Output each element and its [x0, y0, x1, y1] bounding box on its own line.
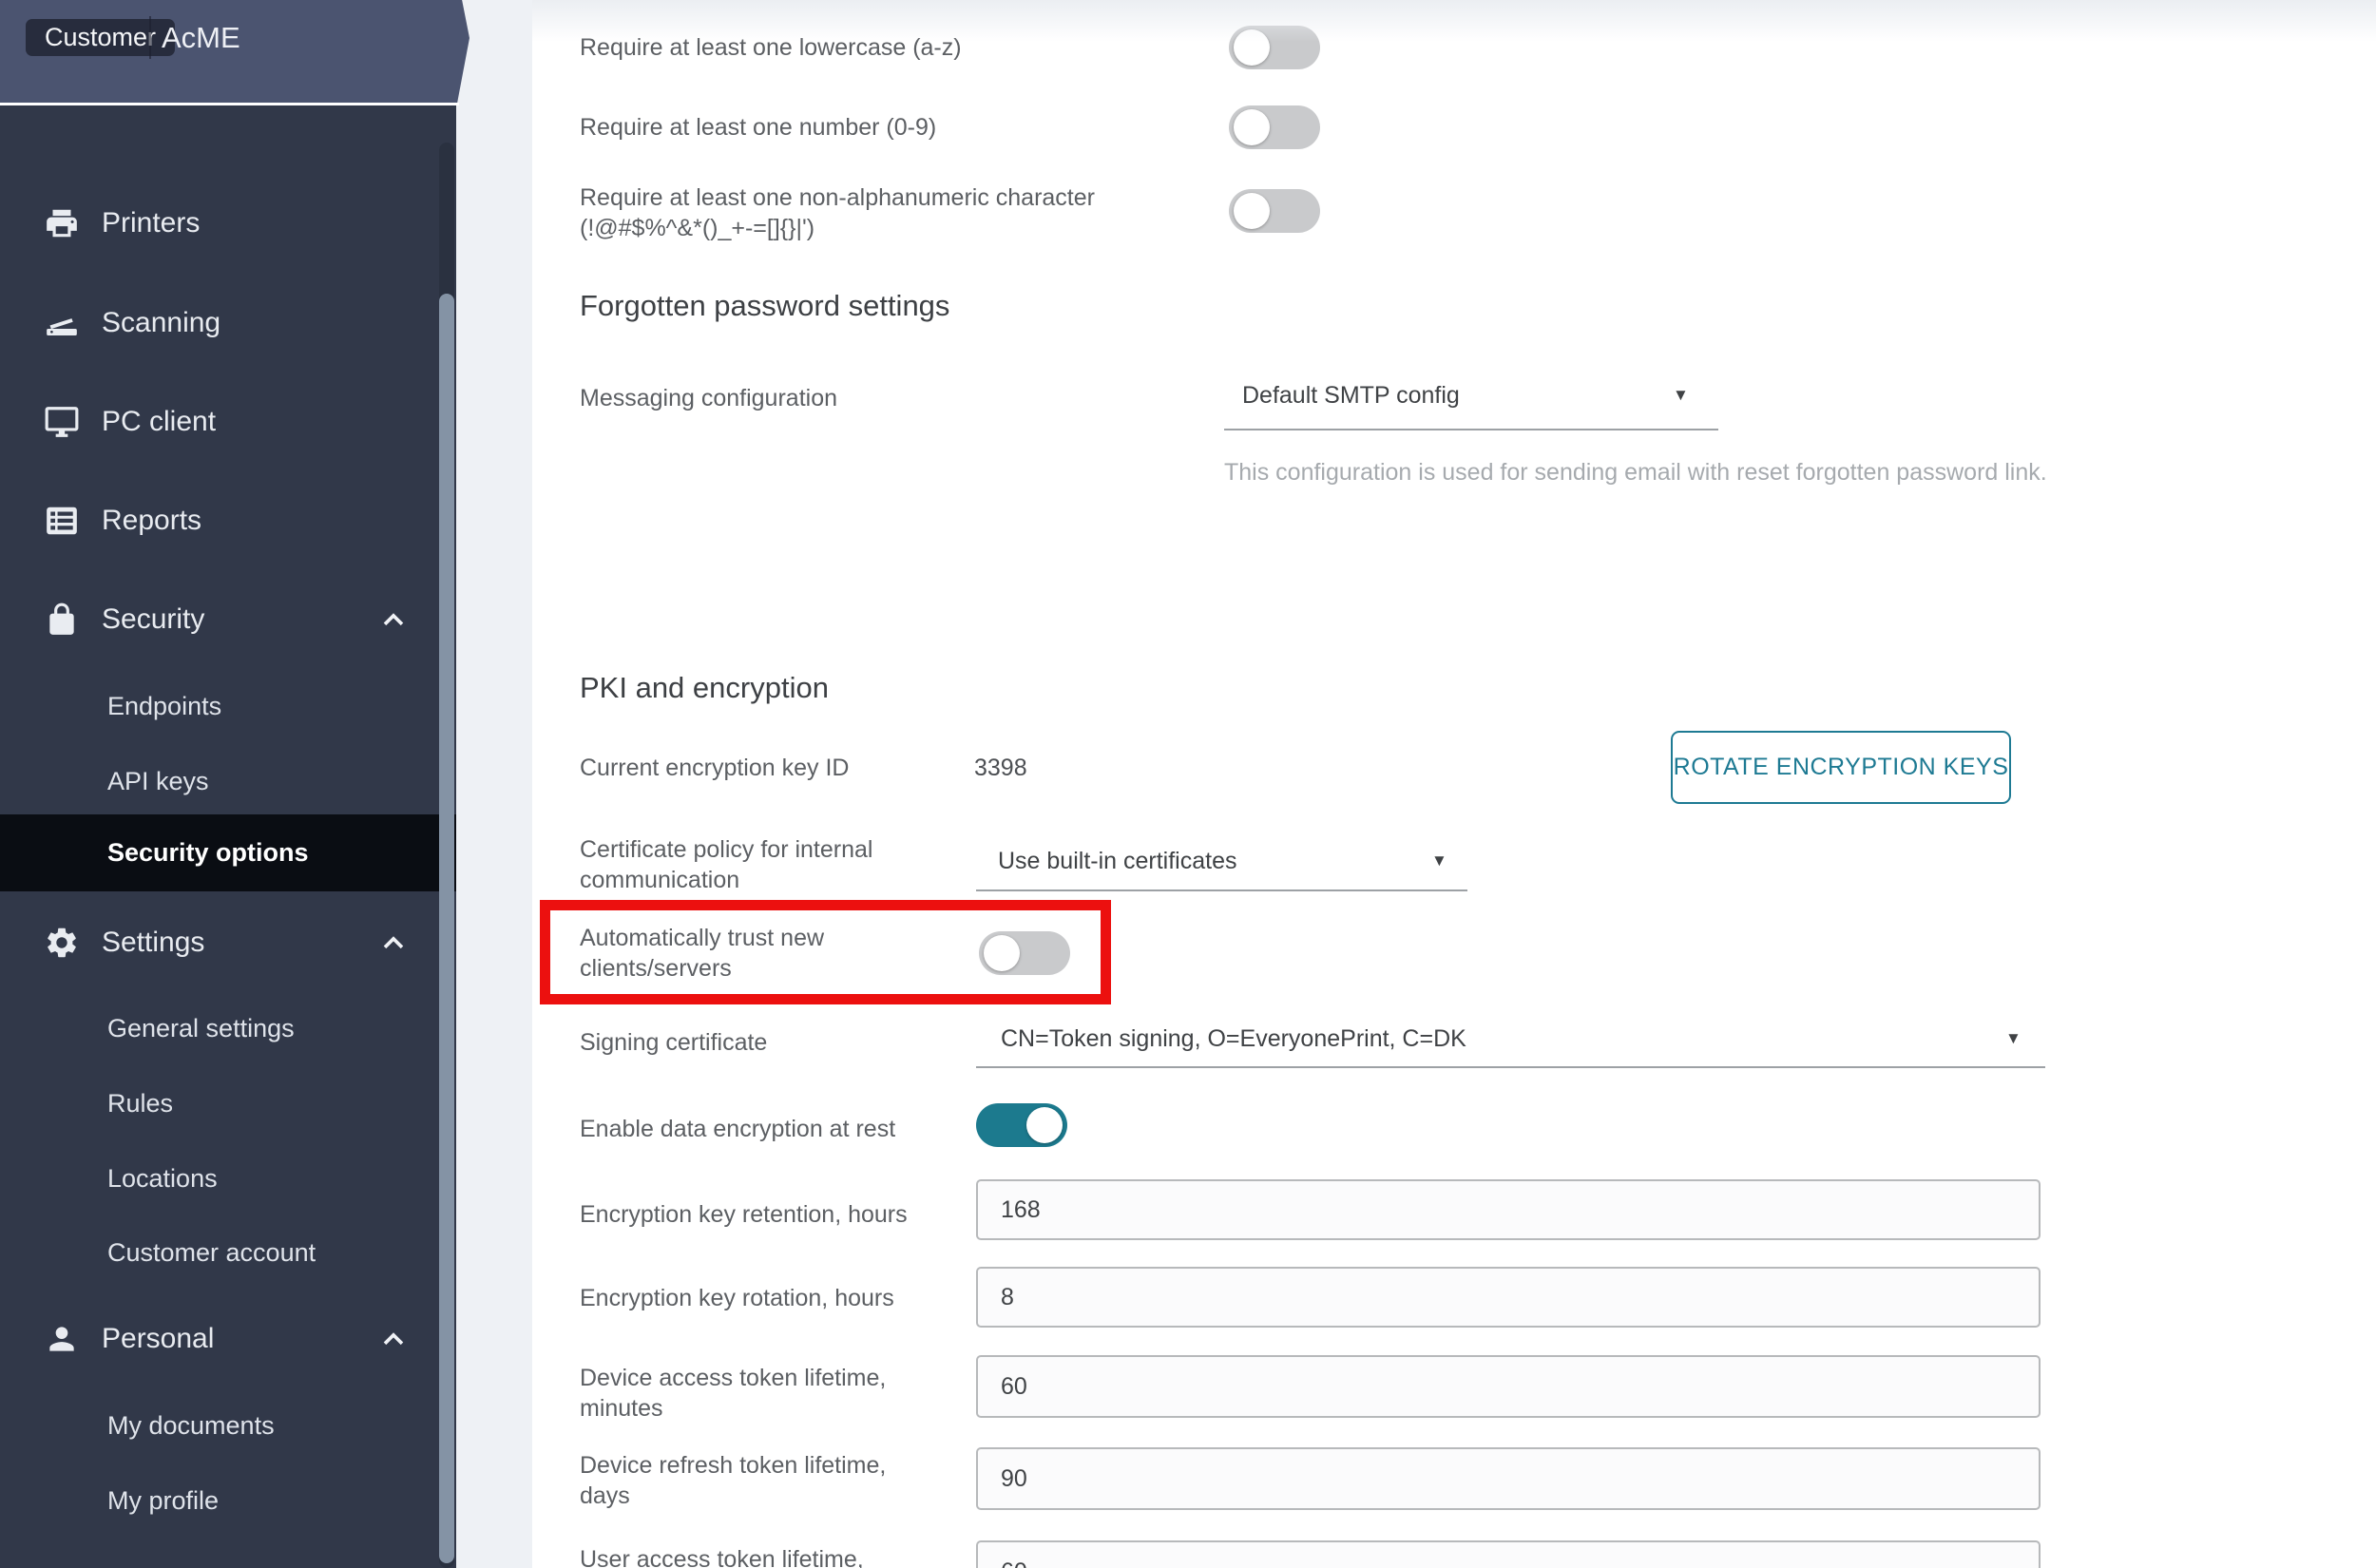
signing-cert-label: Signing certificate	[580, 1025, 767, 1060]
device-access-token-input[interactable]	[976, 1355, 2041, 1418]
sidebar-item-api-keys[interactable]: API keys	[0, 758, 456, 804]
sidebar-item-security[interactable]: Security	[0, 597, 456, 642]
sidebar-item-scanning[interactable]: Scanning	[0, 300, 456, 346]
dropdown-underline	[976, 889, 1467, 891]
auto-trust-label: Automatically trust new clients/servers	[580, 923, 824, 984]
chevron-up-icon	[376, 602, 411, 637]
sidebar-item-label: Security options	[107, 838, 309, 868]
dropdown-arrow-icon[interactable]: ▼	[1431, 851, 1447, 870]
sidebar-item-reports[interactable]: Reports	[0, 498, 456, 544]
rule-nonalpha-label: Require at least one non-alphanumeric ch…	[580, 182, 1095, 243]
pki-heading: PKI and encryption	[580, 668, 829, 708]
auto-trust-toggle[interactable]	[979, 931, 1070, 975]
sidebar-item-label: Personal	[102, 1323, 214, 1355]
badge-divider	[149, 16, 151, 59]
rule-number-toggle[interactable]	[1229, 105, 1320, 149]
sidebar-scrollbar-thumb[interactable]	[439, 294, 454, 1563]
sidebar-item-label: Endpoints	[107, 692, 221, 721]
current-key-value: 3398	[974, 751, 1027, 785]
scanner-icon	[44, 305, 80, 341]
sidebar-item-label: PC client	[102, 406, 216, 438]
signing-cert-select[interactable]: CN=Token signing, O=EveryonePrint, C=DK	[1001, 1022, 1466, 1056]
dropdown-arrow-icon[interactable]: ▼	[2005, 1029, 2022, 1048]
toggle-knob	[984, 935, 1020, 971]
current-key-label: Current encryption key ID	[580, 751, 849, 785]
key-rotation-input[interactable]	[976, 1267, 2041, 1328]
customer-name: AcME	[162, 19, 240, 56]
key-retention-input[interactable]	[976, 1179, 2041, 1240]
key-retention-label: Encryption key retention, hours	[580, 1197, 908, 1232]
sidebar-item-rules[interactable]: Rules	[0, 1080, 456, 1126]
cert-policy-select[interactable]: Use built-in certificates	[998, 844, 1236, 878]
sidebar-item-settings[interactable]: Settings	[0, 920, 456, 966]
sidebar-item-customer-account[interactable]: Customer account	[0, 1230, 456, 1275]
dropdown-underline	[1224, 429, 1718, 430]
rule-lowercase-toggle[interactable]	[1229, 26, 1320, 69]
rule-number-label: Require at least one number (0-9)	[580, 110, 936, 144]
sidebar-item-label: Customer account	[107, 1238, 316, 1268]
device-refresh-token-label: Device refresh token lifetime, days	[580, 1450, 886, 1511]
device-refresh-token-input[interactable]	[976, 1447, 2041, 1510]
user-access-token-label: User access token lifetime,	[580, 1542, 864, 1568]
monitor-icon	[44, 404, 80, 440]
sidebar-item-label: Scanning	[102, 307, 220, 339]
user-access-token-input[interactable]	[976, 1540, 2041, 1568]
sidebar: Printers Scanning PC client Reports Secu…	[0, 0, 456, 1568]
person-icon	[44, 1321, 80, 1357]
sidebar-item-label: Reports	[102, 505, 201, 537]
toggle-knob	[1234, 193, 1270, 229]
dropdown-arrow-icon[interactable]: ▼	[1673, 386, 1689, 405]
rule-nonalpha-toggle[interactable]	[1229, 189, 1320, 233]
messaging-config-label: Messaging configuration	[580, 381, 837, 415]
lock-icon	[44, 602, 80, 638]
banner-separator	[0, 103, 459, 105]
key-rotation-label: Encryption key rotation, hours	[580, 1281, 894, 1315]
sidebar-item-label: Rules	[107, 1089, 173, 1119]
sidebar-item-label: My documents	[107, 1411, 275, 1441]
sidebar-item-label: General settings	[107, 1014, 295, 1043]
gear-icon	[44, 925, 80, 961]
sidebar-item-locations[interactable]: Locations	[0, 1156, 456, 1201]
sidebar-item-pc-client[interactable]: PC client	[0, 399, 456, 445]
toggle-knob	[1234, 109, 1270, 145]
sidebar-item-personal[interactable]: Personal	[0, 1316, 456, 1362]
toggle-knob	[1026, 1107, 1063, 1143]
sidebar-item-label: Printers	[102, 207, 200, 239]
report-table-icon	[44, 503, 80, 539]
forgotten-password-heading: Forgotten password settings	[580, 286, 949, 326]
cert-policy-label: Certificate policy for internal communic…	[580, 834, 872, 895]
chevron-up-icon	[376, 1322, 411, 1356]
sidebar-item-my-profile[interactable]: My profile	[0, 1478, 456, 1523]
sidebar-item-printers[interactable]: Printers	[0, 201, 456, 246]
sidebar-item-label: Security	[102, 603, 204, 636]
printer-icon	[44, 205, 80, 241]
sidebar-item-my-documents[interactable]: My documents	[0, 1403, 456, 1448]
device-access-token-label: Device access token lifetime, minutes	[580, 1363, 886, 1424]
sidebar-item-endpoints[interactable]: Endpoints	[0, 683, 456, 729]
security-options-page: Require at least one lowercase (a-z) Req…	[0, 0, 2376, 1568]
rule-lowercase-label: Require at least one lowercase (a-z)	[580, 30, 962, 65]
chevron-up-icon	[376, 926, 411, 960]
data-encryption-label: Enable data encryption at rest	[580, 1112, 895, 1146]
messaging-config-select[interactable]: Default SMTP config	[1242, 378, 1460, 412]
sidebar-item-general-settings[interactable]: General settings	[0, 1005, 456, 1051]
customer-badge: Customer	[26, 19, 175, 56]
sidebar-item-label: My profile	[107, 1486, 219, 1516]
sidebar-item-label: Locations	[107, 1164, 218, 1194]
sidebar-item-security-options[interactable]: Security options	[0, 814, 456, 891]
messaging-config-help: This configuration is used for sending e…	[1224, 457, 2098, 488]
data-encryption-toggle[interactable]	[976, 1103, 1067, 1147]
sidebar-item-label: Settings	[102, 927, 204, 959]
dropdown-underline	[976, 1066, 2045, 1068]
sidebar-item-label: API keys	[107, 767, 209, 796]
toggle-knob	[1234, 29, 1270, 66]
rotate-encryption-keys-button[interactable]: ROTATE ENCRYPTION KEYS	[1671, 731, 2011, 804]
